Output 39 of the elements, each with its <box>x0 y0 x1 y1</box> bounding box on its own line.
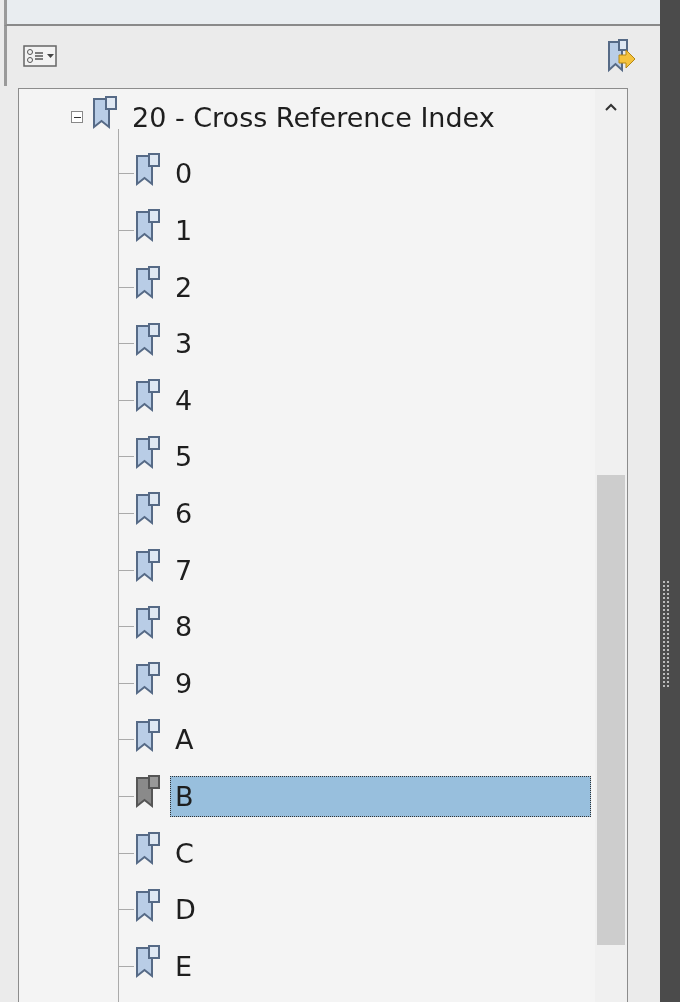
bookmark-item[interactable]: 7 <box>170 549 198 591</box>
bookmark-icon <box>134 152 162 187</box>
bookmark-icon <box>134 266 162 301</box>
bookmark-item[interactable]: B <box>170 775 591 817</box>
bookmark-item[interactable]: 20 - Cross Reference Index <box>127 96 500 138</box>
bookmark-icon <box>134 605 162 640</box>
bookmark-icon <box>134 832 162 866</box>
bookmark-item[interactable]: 6 <box>170 492 198 534</box>
bookmark-icon <box>134 662 162 697</box>
bookmark-arrow-icon <box>606 39 636 73</box>
bookmark-item[interactable]: 0 <box>170 153 198 195</box>
bookmark-icon <box>134 718 162 753</box>
bookmark-item[interactable]: A <box>170 719 199 761</box>
bookmark-icon <box>134 492 162 527</box>
bookmark-item[interactable]: E <box>170 945 198 987</box>
bookmark-item[interactable]: 2 <box>170 266 198 308</box>
options-menu-button[interactable] <box>21 43 59 69</box>
bookmark-item[interactable]: 3 <box>170 323 198 365</box>
bookmark-icon <box>134 209 162 244</box>
bookmark-item[interactable]: D <box>170 889 201 931</box>
bookmark-item[interactable]: C <box>170 832 199 874</box>
collapse-toggle[interactable] <box>71 111 83 124</box>
bookmark-item[interactable]: 9 <box>170 662 198 704</box>
scrollbar[interactable] <box>595 89 627 1002</box>
bookmark-item[interactable]: 8 <box>170 606 198 648</box>
bookmark-icon <box>91 96 119 131</box>
grip-icon <box>662 580 672 690</box>
options-icon <box>23 45 57 67</box>
bookmark-icon <box>134 888 162 923</box>
bookmark-icon <box>134 549 162 584</box>
bookmark-item[interactable]: 1 <box>170 210 198 251</box>
bookmark-icon <box>134 945 162 980</box>
bookmark-item[interactable]: 4 <box>170 379 198 421</box>
scroll-up-icon <box>605 103 617 111</box>
bookmark-item[interactable]: 5 <box>170 436 198 478</box>
bookmark-icon <box>134 379 162 414</box>
bookmark-icon <box>134 435 162 470</box>
bookmark-icon <box>134 322 162 357</box>
bookmark-icon <box>134 775 162 810</box>
